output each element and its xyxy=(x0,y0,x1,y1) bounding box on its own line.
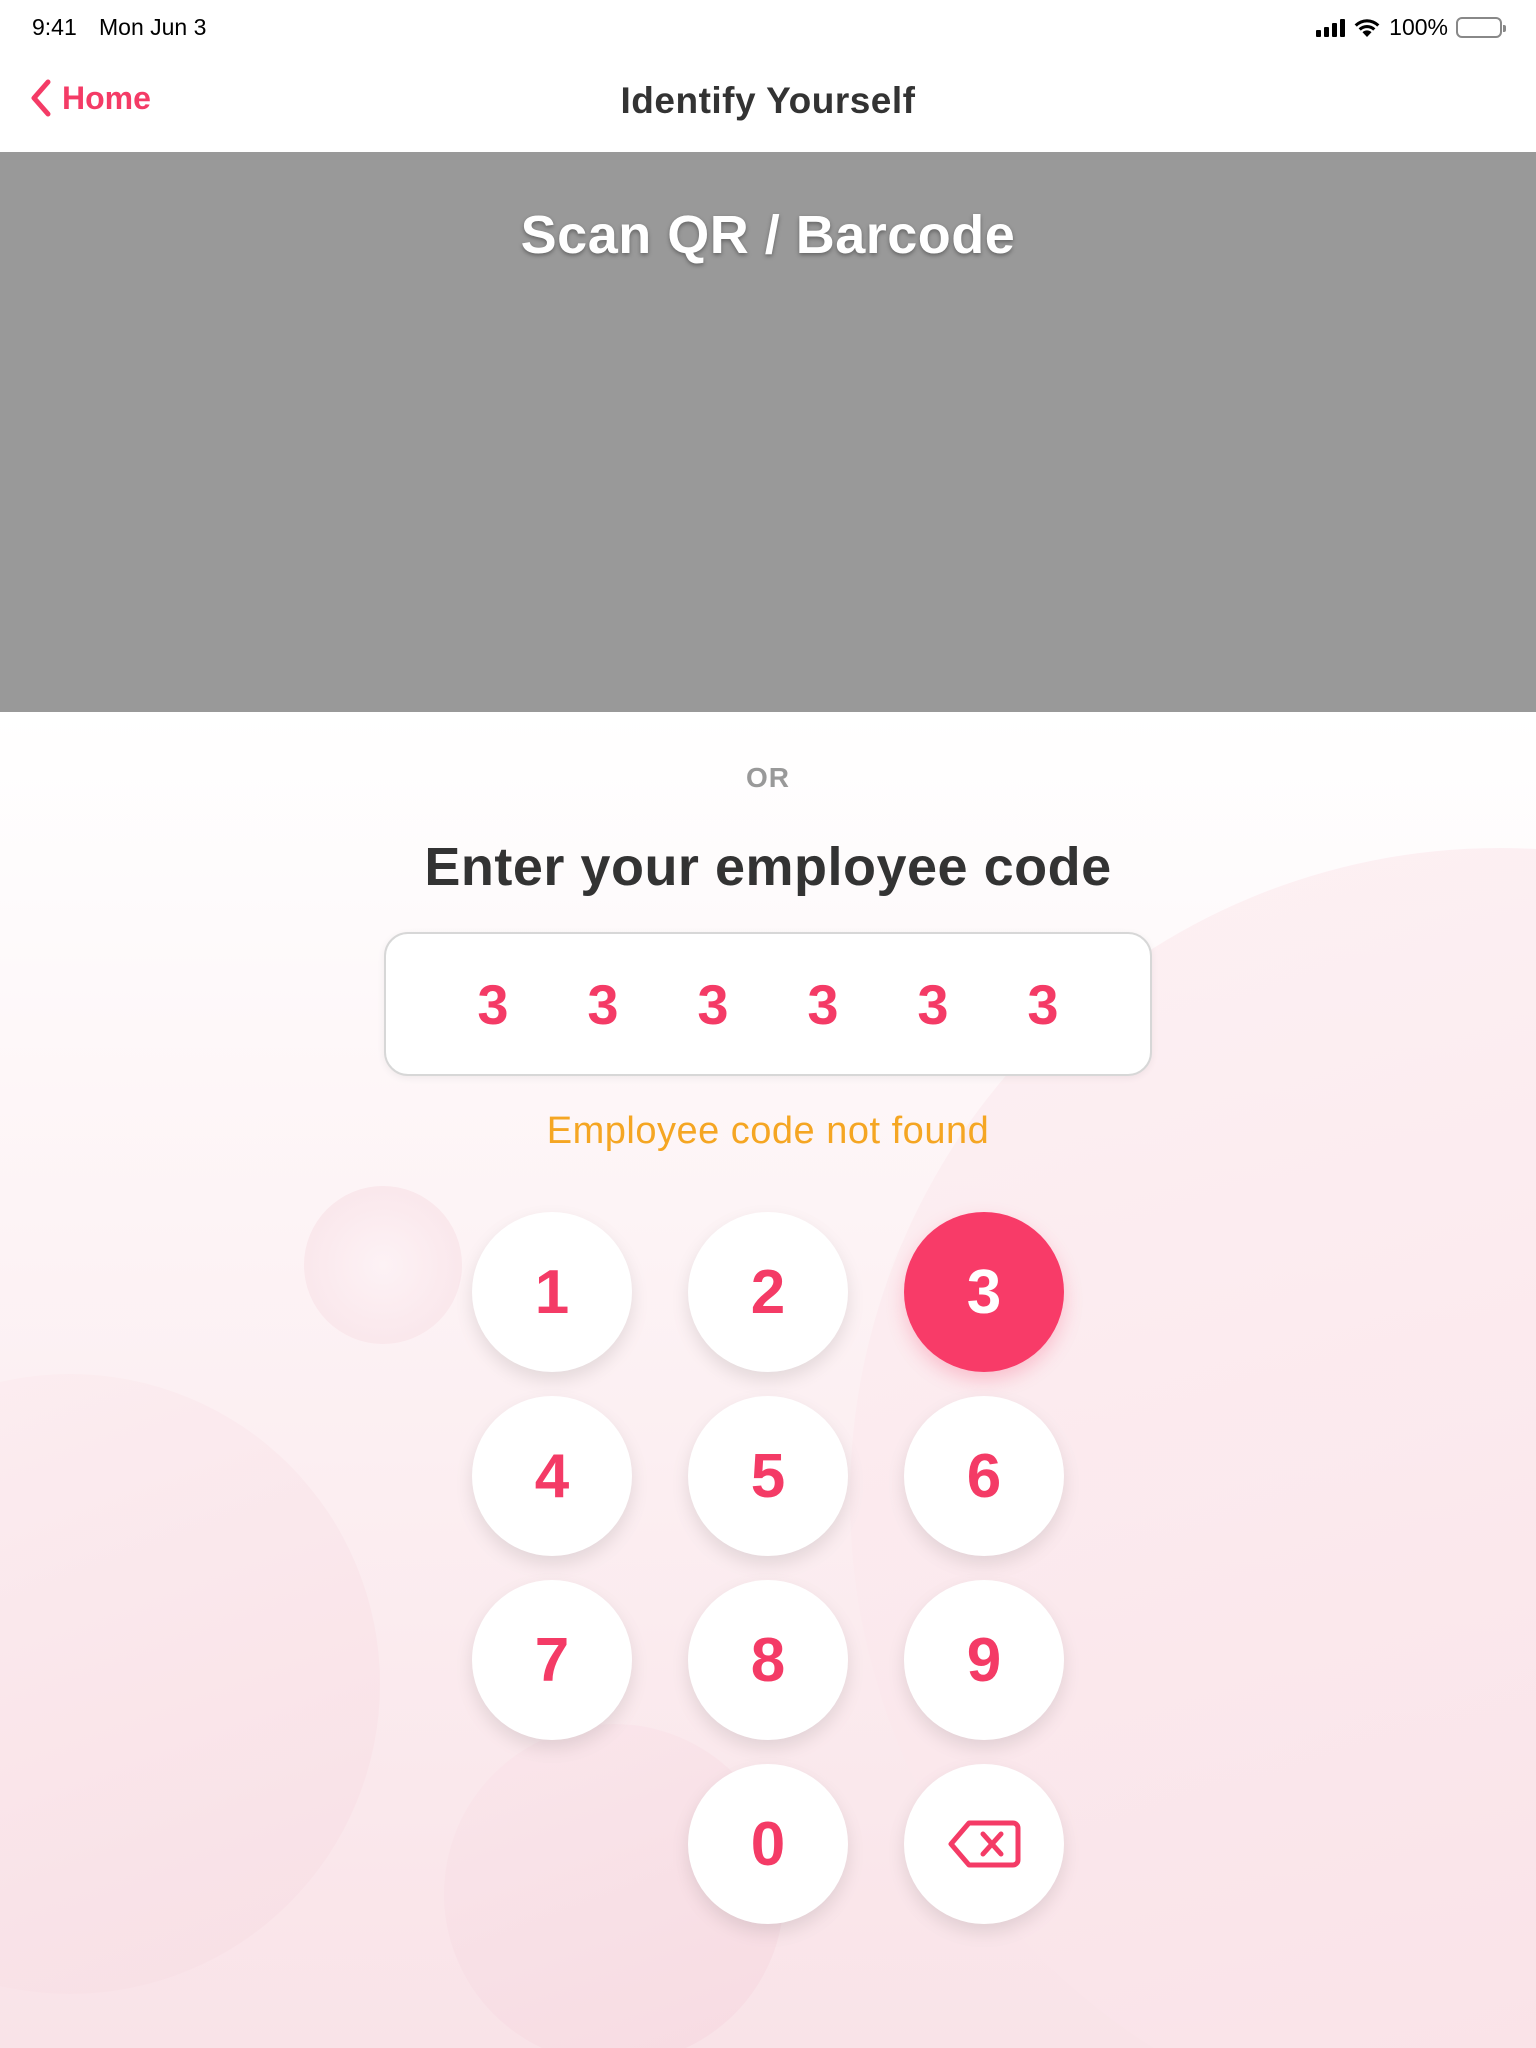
key-8[interactable]: 8 xyxy=(688,1580,848,1740)
battery-icon xyxy=(1456,17,1506,38)
key-9[interactable]: 9 xyxy=(904,1580,1064,1740)
scanner-view[interactable]: Scan QR / Barcode xyxy=(0,152,1536,712)
code-digit: 3 xyxy=(697,972,729,1036)
key-0[interactable]: 0 xyxy=(688,1764,848,1924)
backspace-key[interactable] xyxy=(904,1764,1064,1924)
delete-backspace-icon xyxy=(948,1820,1021,1868)
key-1[interactable]: 1 xyxy=(472,1212,632,1372)
battery-percentage: 100% xyxy=(1389,14,1448,40)
code-digit: 3 xyxy=(477,972,509,1036)
key-3[interactable]: 3 xyxy=(904,1212,1064,1372)
page-title: Identify Yourself xyxy=(620,80,916,121)
background-circle xyxy=(304,1186,462,1344)
navigation-bar: Home Identify Yourself xyxy=(0,54,1536,152)
cellular-signal-icon xyxy=(1316,18,1346,37)
code-digit: 3 xyxy=(917,972,949,1036)
wifi-icon xyxy=(1354,18,1380,37)
status-date: Mon Jun 3 xyxy=(99,14,207,40)
status-indicators: 100% xyxy=(1316,14,1506,41)
scanner-title: Scan QR / Barcode xyxy=(520,205,1016,265)
key-2[interactable]: 2 xyxy=(688,1212,848,1372)
or-divider-label: OR xyxy=(746,762,790,793)
status-time: 9:41 xyxy=(32,14,77,40)
key-5[interactable]: 5 xyxy=(688,1396,848,1556)
key-6[interactable]: 6 xyxy=(904,1396,1064,1556)
key-7[interactable]: 7 xyxy=(472,1580,632,1740)
employee-code-field[interactable]: 3 3 3 3 3 3 xyxy=(384,932,1152,1076)
code-digit: 3 xyxy=(1027,972,1059,1036)
background-circle xyxy=(0,1374,380,1994)
employee-code-prompt: Enter your employee code xyxy=(424,837,1112,897)
code-digit: 3 xyxy=(807,972,839,1036)
code-digit: 3 xyxy=(587,972,619,1036)
key-4[interactable]: 4 xyxy=(472,1396,632,1556)
status-bar: 9:41 Mon Jun 3 100% xyxy=(0,0,1536,54)
error-message: Employee code not found xyxy=(546,1110,990,1152)
